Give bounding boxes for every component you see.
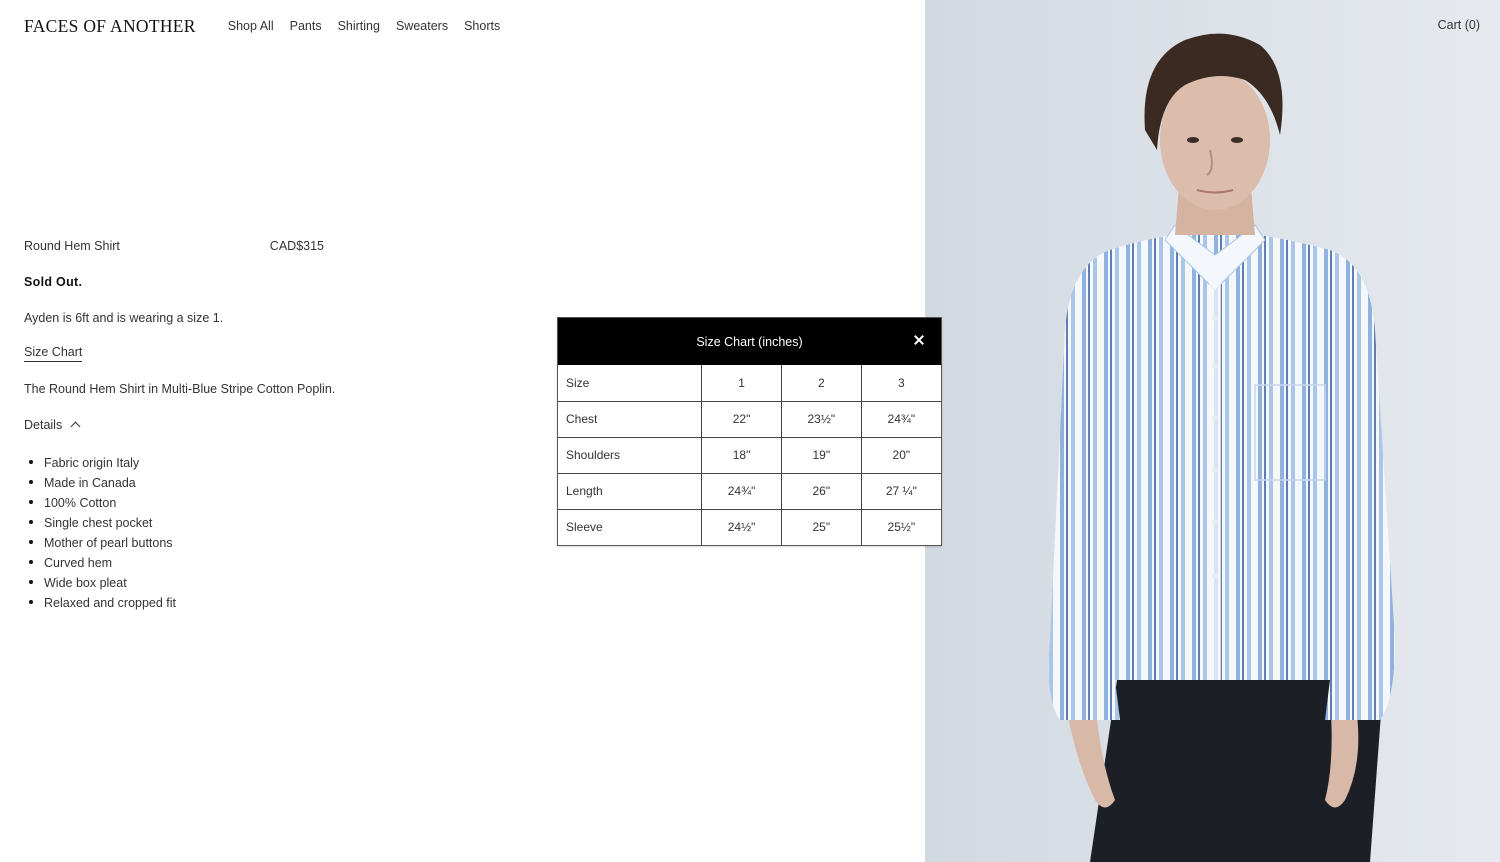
row-label-cell: Sleeve	[558, 508, 703, 545]
size-chart-table: Size 1 2 3 Chest 22" 23½" 24¾" Shoulders 18" 19" 20…	[558, 365, 941, 545]
nav-shop-all[interactable]: Shop All	[228, 19, 274, 33]
value-cell: 24¾"	[860, 400, 941, 438]
row-label-cell: Shoulders	[558, 436, 703, 474]
product-price: CAD$315	[269, 239, 324, 253]
nav-sweaters[interactable]: Sweaters	[396, 19, 448, 33]
main-nav: Shop All Pants Shirting Sweaters Shorts	[228, 19, 500, 33]
site-header: FACES OF ANOTHER Shop All Pants Shirting…	[24, 14, 500, 38]
sold-out-status: Sold Out.	[24, 275, 83, 289]
title-row: Round Hem Shirt CAD$315	[24, 239, 324, 253]
nav-pants[interactable]: Pants	[290, 19, 322, 33]
table-row: Sleeve 24½" 25" 25½"	[558, 508, 941, 545]
list-item: Curved hem	[24, 554, 444, 574]
product-description: The Round Hem Shirt in Multi-Blue Stripe…	[24, 382, 336, 396]
table-row: Shoulders 18" 19" 20"	[558, 436, 941, 474]
nav-shorts[interactable]: Shorts	[464, 19, 500, 33]
value-cell: 24¾"	[701, 472, 782, 510]
close-icon[interactable]	[911, 332, 927, 348]
value-cell: 3	[860, 365, 941, 402]
fit-note: Ayden is 6ft and is wearing a size 1.	[24, 311, 224, 325]
value-cell: 18"	[701, 436, 782, 474]
table-row: Length 24¾" 26" 27 ¼"	[558, 472, 941, 510]
table-row: Size 1 2 3	[558, 365, 941, 402]
size-chart-link[interactable]: Size Chart	[24, 345, 83, 362]
list-item: Made in Canada	[24, 474, 444, 494]
list-item: 100% Cotton	[24, 494, 444, 514]
value-cell: 24½"	[701, 508, 782, 545]
nav-shirting[interactable]: Shirting	[338, 19, 380, 33]
value-cell: 25½"	[860, 508, 941, 545]
value-cell: 26"	[780, 472, 862, 510]
row-label-cell: Chest	[558, 400, 703, 438]
row-label-cell: Length	[558, 472, 703, 510]
value-cell: 1	[701, 365, 782, 402]
brand-logo[interactable]: FACES OF ANOTHER	[24, 16, 196, 37]
row-label-cell: Size	[558, 365, 703, 402]
value-cell: 2	[780, 365, 862, 402]
list-item: Relaxed and cropped fit	[24, 594, 444, 614]
list-item: Fabric origin Italy	[24, 454, 444, 474]
chevron-up-icon	[70, 421, 81, 432]
list-item: Mother of pearl buttons	[24, 534, 444, 554]
product-photo	[925, 0, 1500, 862]
value-cell: 27 ¼"	[860, 472, 941, 510]
model-illustration	[925, 0, 1500, 862]
cart-link[interactable]: Cart (0)	[1438, 18, 1480, 32]
details-toggle[interactable]: Details	[24, 418, 444, 432]
product-name: Round Hem Shirt	[24, 239, 120, 253]
list-item: Single chest pocket	[24, 514, 444, 534]
modal-header: Size Chart (inches)	[558, 318, 941, 365]
product-info: Round Hem Shirt CAD$315 Sold Out. Ayden …	[24, 239, 444, 614]
size-chart-modal: Size Chart (inches) Size 1 2 3 Chest 22" 23½" 2…	[557, 317, 942, 546]
details-label: Details	[24, 418, 63, 432]
table-row: Chest 22" 23½" 24¾"	[558, 400, 941, 438]
value-cell: 22"	[701, 400, 782, 438]
value-cell: 23½"	[780, 400, 862, 438]
details-list: Fabric origin Italy Made in Canada 100% …	[24, 454, 444, 614]
value-cell: 25"	[780, 508, 862, 545]
value-cell: 20"	[860, 436, 941, 474]
list-item: Wide box pleat	[24, 574, 444, 594]
modal-title: Size Chart (inches)	[696, 334, 803, 349]
value-cell: 19"	[780, 436, 862, 474]
